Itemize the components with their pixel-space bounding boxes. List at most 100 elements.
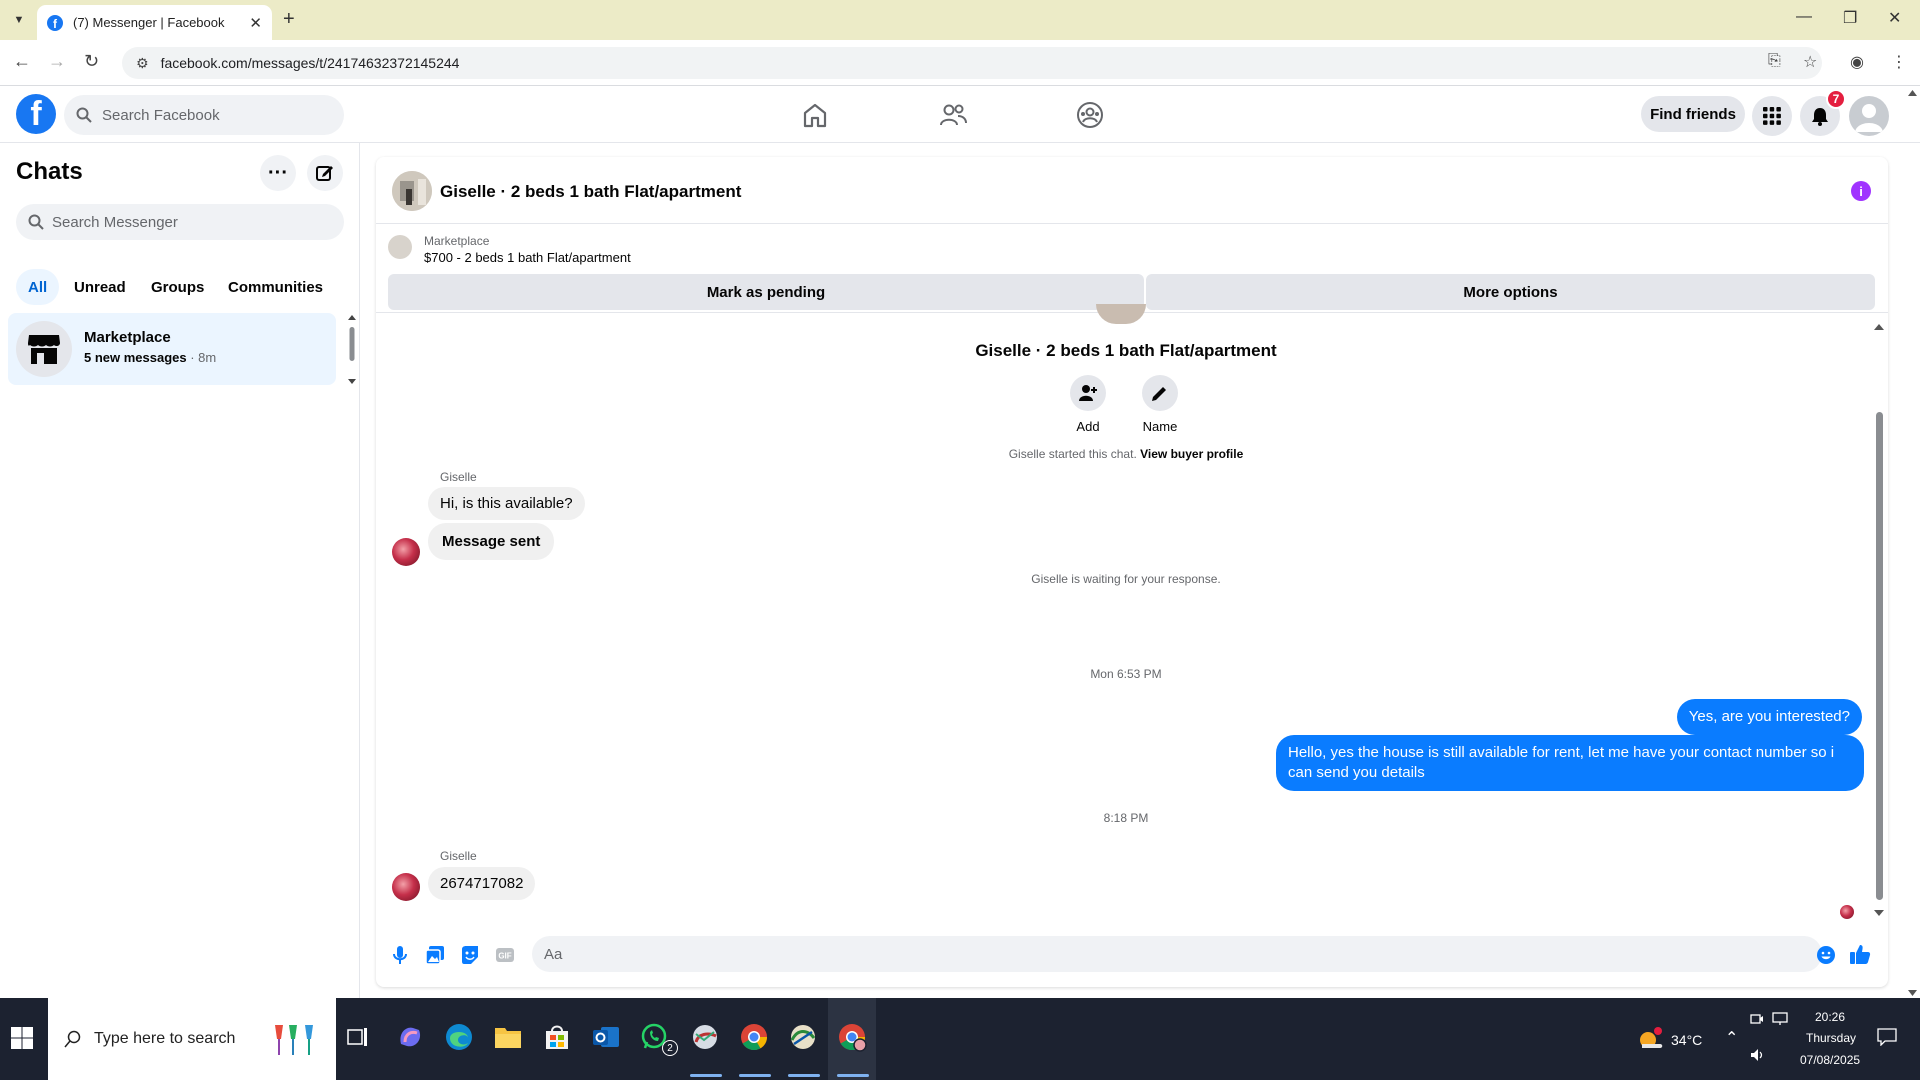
view-buyer-profile-link[interactable]: View buyer profile	[1140, 447, 1243, 461]
mark-as-pending-button[interactable]: Mark as pending	[388, 274, 1144, 310]
network-icon[interactable]	[1772, 1012, 1788, 1026]
reload-icon[interactable]: ↻	[84, 51, 99, 72]
chat-list-item-marketplace[interactable]: Marketplace 5 new messages · 8m	[8, 313, 336, 385]
facebook-header: f Search Facebook Find friends 7	[0, 86, 1920, 143]
search-icon	[28, 214, 44, 230]
new-message-button[interactable]	[307, 155, 343, 191]
thread-scrollbar[interactable]	[1873, 322, 1885, 918]
find-friends-button[interactable]: Find friends	[1641, 96, 1745, 132]
marketplace-avatar	[16, 321, 72, 377]
file-explorer-icon[interactable]	[493, 1022, 523, 1052]
browser-menu-icon[interactable]: ⋮	[1891, 52, 1907, 72]
clock-day[interactable]: Thursday	[1806, 1031, 1856, 1045]
minimize-icon[interactable]: —	[1796, 8, 1812, 26]
emoji-icon[interactable]	[1816, 945, 1836, 965]
filter-unread-tab[interactable]: Unread	[62, 269, 138, 305]
copilot-icon[interactable]	[395, 1022, 425, 1052]
clock-date[interactable]: 07/08/2025	[1800, 1053, 1860, 1067]
incoming-message[interactable]: Message sent	[428, 523, 555, 560]
windows-taskbar: Type here to search 2 34°C ⌃ 20:26 Thurs…	[0, 998, 1920, 1080]
restore-icon[interactable]: ❐	[1843, 8, 1857, 28]
forward-arrow-icon[interactable]: →	[48, 51, 66, 72]
home-icon[interactable]	[800, 100, 830, 130]
waiting-notice: Giselle is waiting for your response.	[1031, 572, 1221, 586]
chrome-profile-2-icon[interactable]	[788, 1022, 818, 1052]
taskbar-search-box[interactable]: Type here to search	[48, 998, 336, 1080]
filter-all-tab[interactable]: All	[16, 269, 60, 305]
conversation-title[interactable]: Giselle · 2 beds 1 bath Flat/apartment	[440, 182, 741, 202]
thumbs-up-icon[interactable]	[1849, 943, 1871, 965]
thread-chat-name: Giselle · 2 beds 1 bath Flat/apartment	[975, 341, 1277, 360]
clock-time[interactable]: 20:26	[1815, 1010, 1845, 1024]
tab-title: (7) Messenger | Facebook	[73, 15, 225, 30]
gif-icon[interactable]: GIF	[495, 945, 515, 965]
sender-avatar[interactable]	[392, 538, 420, 566]
filter-groups-tab[interactable]: Groups	[139, 269, 216, 305]
message-input[interactable]: Aa	[532, 936, 1822, 972]
more-options-button[interactable]: More options	[1146, 274, 1875, 310]
pencil-icon	[1152, 387, 1166, 401]
facebook-logo-icon[interactable]: f	[16, 94, 56, 134]
profile-icon[interactable]: ◉	[1850, 52, 1864, 72]
conversation-info-icon[interactable]: i	[1851, 181, 1871, 201]
chat-list-scrollbar[interactable]	[348, 315, 356, 385]
site-info-icon[interactable]: ⚙	[136, 55, 149, 72]
outgoing-message[interactable]: Yes, are you interested?	[1676, 699, 1862, 735]
microsoft-store-icon[interactable]	[542, 1022, 572, 1052]
listing-price-title[interactable]: $700 - 2 beds 1 bath Flat/apartment	[424, 250, 631, 265]
groups-icon[interactable]	[1075, 100, 1105, 130]
address-bar[interactable]: ⚙ facebook.com/messages/t/24174632372145…	[122, 47, 1822, 79]
chat-name: Marketplace	[84, 329, 171, 346]
incoming-message[interactable]: 2674717082	[428, 867, 536, 900]
window-close-icon[interactable]: ✕	[1888, 8, 1901, 28]
install-app-icon[interactable]: ⎘	[1768, 52, 1781, 70]
browser-toolbar: ← → ↻ ⚙ facebook.com/messages/t/24174632…	[0, 40, 1920, 86]
chats-options-button[interactable]: ···	[260, 155, 296, 191]
tab-close-icon[interactable]: ✕	[249, 14, 262, 32]
conversation-header: Giselle · 2 beds 1 bath Flat/apartment i	[376, 157, 1888, 224]
marketplace-store-icon	[28, 335, 60, 364]
back-arrow-icon[interactable]: ←	[13, 51, 31, 72]
notification-center-icon[interactable]	[1877, 1028, 1897, 1046]
conversation-avatar[interactable]	[392, 171, 432, 211]
default-avatar-icon	[1855, 104, 1883, 132]
outlook-icon[interactable]	[591, 1022, 621, 1052]
chrome-active-icon[interactable]	[837, 1022, 867, 1052]
read-receipt-avatar	[1840, 905, 1854, 919]
edge-browser-icon[interactable]	[444, 1022, 474, 1052]
chrome-profile-icon[interactable]	[690, 1022, 720, 1052]
outgoing-message[interactable]: Hello, yes the house is still available …	[1276, 735, 1864, 791]
chat-preview: 5 new messages · 8m	[84, 350, 216, 365]
sender-avatar[interactable]	[392, 873, 420, 901]
browser-tab-messenger[interactable]: f (7) Messenger | Facebook ✕	[37, 5, 272, 40]
incoming-message[interactable]: Hi, is this available?	[428, 487, 585, 520]
windows-start-icon[interactable]	[10, 1026, 34, 1050]
weather-sun-icon[interactable]	[1638, 1026, 1664, 1050]
add-people-action[interactable]: Add	[1058, 375, 1118, 434]
messenger-search-input[interactable]: Search Messenger	[16, 204, 344, 240]
sender-name: Giselle	[440, 470, 477, 484]
tray-chevron-up-icon[interactable]: ⌃	[1725, 1028, 1738, 1048]
filter-communities-tab[interactable]: Communities	[216, 269, 335, 305]
sticker-icon[interactable]	[460, 945, 480, 965]
notification-count-badge: 7	[1826, 89, 1846, 109]
listing-photo-icon	[392, 171, 432, 211]
meet-now-icon[interactable]	[1750, 1012, 1764, 1026]
page-scrollbar[interactable]	[1905, 88, 1920, 998]
listing-thumbnail[interactable]	[388, 235, 412, 259]
account-avatar[interactable]	[1849, 96, 1889, 136]
menu-grid-button[interactable]	[1752, 96, 1792, 136]
task-view-icon[interactable]	[344, 1022, 372, 1052]
bookmark-star-icon[interactable]: ☆	[1803, 52, 1817, 72]
chat-started-notice: Giselle started this chat. View buyer pr…	[376, 447, 1876, 461]
tab-search-chevron-icon[interactable]: ▼	[8, 9, 30, 31]
facebook-search-input[interactable]: Search Facebook	[64, 95, 344, 135]
volume-icon[interactable]	[1750, 1048, 1766, 1062]
friends-icon[interactable]	[938, 100, 968, 130]
grid-icon	[1763, 107, 1781, 125]
photo-attach-icon[interactable]	[425, 945, 445, 965]
edit-name-action[interactable]: Name	[1130, 375, 1190, 434]
chrome-icon[interactable]	[739, 1022, 769, 1052]
new-tab-plus-icon[interactable]: +	[283, 8, 295, 31]
microphone-icon[interactable]	[390, 945, 410, 965]
